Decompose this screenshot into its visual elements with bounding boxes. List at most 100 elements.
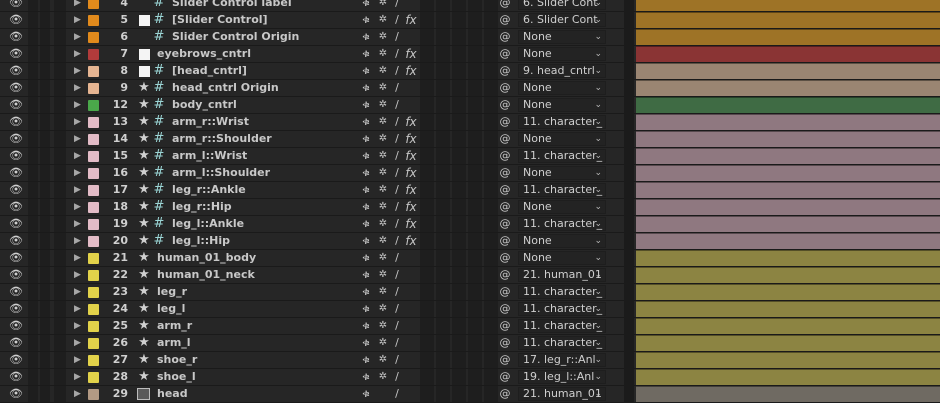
switch-slot[interactable] bbox=[484, 114, 498, 130]
switch-slot[interactable] bbox=[420, 0, 434, 11]
layer-row[interactable]: 👁 ▶ 17 ★ # leg_r::Ankle ቁ ✲ / fx @11. character_ ⌄ bbox=[0, 182, 940, 199]
audio-switch[interactable] bbox=[28, 233, 38, 249]
switch-slot[interactable] bbox=[484, 46, 498, 62]
twirl-icon[interactable]: ▶ bbox=[74, 199, 84, 215]
layer-duration-bar[interactable] bbox=[636, 29, 940, 45]
shy-icon[interactable]: ቁ bbox=[359, 318, 373, 334]
layer-duration-bar[interactable] bbox=[636, 352, 940, 368]
layer-duration-bar[interactable] bbox=[636, 369, 940, 385]
switch-slot[interactable] bbox=[420, 369, 434, 385]
layer-row[interactable]: 👁 ▶ 16 ★ # arm_l::Shoulder ቁ ✲ / fx @ None ⌄ bbox=[0, 165, 940, 182]
parent-pickwhip-icon[interactable]: @ bbox=[498, 182, 512, 198]
twirl-icon[interactable]: ▶ bbox=[74, 131, 84, 147]
sun-icon[interactable]: ✲ bbox=[376, 335, 390, 351]
layer-row[interactable]: 👁 ▶ 29 head ቁ / @21. human_01 ⌄ bbox=[0, 386, 940, 403]
switch-slot[interactable] bbox=[420, 148, 434, 164]
switch-slot[interactable] bbox=[420, 233, 434, 249]
layer-name[interactable]: leg_l::Hip bbox=[172, 233, 357, 249]
switch-slot[interactable] bbox=[420, 46, 434, 62]
solo-switch[interactable] bbox=[40, 182, 50, 198]
parent-dropdown[interactable]: None ⌄ bbox=[518, 251, 606, 265]
layer-row[interactable]: 👁 ▶ 19 ★ # leg_l::Ankle ቁ ✲ / fx @11. character_ ⌄ bbox=[0, 216, 940, 233]
switch-slot[interactable] bbox=[436, 148, 450, 164]
switch-slot[interactable] bbox=[468, 63, 482, 79]
label-color-swatch[interactable] bbox=[88, 100, 99, 111]
sun-icon[interactable]: ✲ bbox=[376, 165, 390, 181]
lock-switch[interactable] bbox=[54, 216, 66, 232]
layer-name[interactable]: Slider Control Origin bbox=[172, 29, 357, 45]
eye-icon[interactable]: 👁 bbox=[6, 12, 26, 28]
parent-dropdown[interactable]: 11. character_ ⌄ bbox=[518, 336, 606, 350]
label-color-swatch[interactable] bbox=[88, 185, 99, 196]
solo-switch[interactable] bbox=[40, 29, 50, 45]
parent-pickwhip-icon[interactable]: @ bbox=[498, 216, 512, 232]
label-color-swatch[interactable] bbox=[88, 321, 99, 332]
audio-switch[interactable] bbox=[28, 301, 38, 317]
lock-switch[interactable] bbox=[54, 284, 66, 300]
shy-icon[interactable]: ቁ bbox=[359, 131, 373, 147]
switch-slot[interactable] bbox=[452, 80, 466, 96]
parent-pickwhip-icon[interactable]: @ bbox=[498, 12, 512, 28]
switch-slot[interactable] bbox=[452, 318, 466, 334]
switch-slot[interactable] bbox=[484, 352, 498, 368]
layer-name[interactable]: [Slider Control] bbox=[172, 12, 357, 28]
switch-slot[interactable] bbox=[420, 63, 434, 79]
fx-icon[interactable]: fx bbox=[404, 233, 418, 249]
switch-slot[interactable] bbox=[420, 318, 434, 334]
solo-switch[interactable] bbox=[40, 63, 50, 79]
audio-switch[interactable] bbox=[28, 318, 38, 334]
slash-icon[interactable]: / bbox=[391, 318, 403, 334]
switch-slot[interactable] bbox=[484, 0, 498, 11]
lock-switch[interactable] bbox=[54, 165, 66, 181]
slash-icon[interactable]: / bbox=[391, 267, 403, 283]
lock-switch[interactable] bbox=[54, 233, 66, 249]
sun-icon[interactable]: ✲ bbox=[376, 301, 390, 317]
switch-slot[interactable] bbox=[484, 12, 498, 28]
eye-icon[interactable]: 👁 bbox=[6, 250, 26, 266]
solo-switch[interactable] bbox=[40, 250, 50, 266]
layer-duration-bar[interactable] bbox=[636, 46, 940, 62]
layer-name[interactable]: leg_l::Ankle bbox=[172, 216, 357, 232]
fx-icon[interactable]: fx bbox=[404, 131, 418, 147]
label-color-swatch[interactable] bbox=[88, 0, 99, 9]
fx-icon[interactable]: fx bbox=[404, 216, 418, 232]
sun-icon[interactable]: ✲ bbox=[376, 352, 390, 368]
parent-dropdown[interactable]: None ⌄ bbox=[518, 81, 606, 95]
parent-pickwhip-icon[interactable]: @ bbox=[498, 284, 512, 300]
audio-switch[interactable] bbox=[28, 284, 38, 300]
solo-switch[interactable] bbox=[40, 199, 50, 215]
parent-pickwhip-icon[interactable]: @ bbox=[498, 301, 512, 317]
twirl-icon[interactable]: ▶ bbox=[74, 165, 84, 181]
fx-icon[interactable]: fx bbox=[404, 46, 418, 62]
switch-slot[interactable] bbox=[484, 318, 498, 334]
parent-dropdown[interactable]: None ⌄ bbox=[518, 200, 606, 214]
twirl-icon[interactable]: ▶ bbox=[74, 250, 84, 266]
eye-icon[interactable]: 👁 bbox=[6, 335, 26, 351]
sun-icon[interactable]: ✲ bbox=[376, 199, 390, 215]
audio-switch[interactable] bbox=[28, 165, 38, 181]
switch-slot[interactable] bbox=[452, 233, 466, 249]
layer-duration-bar[interactable] bbox=[636, 12, 940, 28]
switch-slot[interactable] bbox=[484, 250, 498, 266]
audio-switch[interactable] bbox=[28, 199, 38, 215]
switch-slot[interactable] bbox=[436, 0, 450, 11]
switch-slot[interactable] bbox=[468, 284, 482, 300]
switch-slot[interactable] bbox=[468, 182, 482, 198]
layer-duration-bar[interactable] bbox=[636, 318, 940, 334]
parent-dropdown[interactable]: None ⌄ bbox=[518, 234, 606, 248]
switch-slot[interactable] bbox=[468, 233, 482, 249]
layer-duration-bar[interactable] bbox=[636, 250, 940, 266]
switch-slot[interactable] bbox=[452, 0, 466, 11]
switch-slot[interactable] bbox=[436, 318, 450, 334]
twirl-icon[interactable]: ▶ bbox=[74, 46, 84, 62]
switch-slot[interactable] bbox=[436, 63, 450, 79]
parent-pickwhip-icon[interactable]: @ bbox=[498, 148, 512, 164]
slash-icon[interactable]: / bbox=[391, 46, 403, 62]
switch-slot[interactable] bbox=[468, 0, 482, 11]
switch-slot[interactable] bbox=[484, 267, 498, 283]
eye-icon[interactable]: 👁 bbox=[6, 0, 26, 11]
layer-row[interactable]: 👁 ▶ 20 ★ # leg_l::Hip ቁ ✲ / fx @ None ⌄ bbox=[0, 233, 940, 250]
parent-pickwhip-icon[interactable]: @ bbox=[498, 318, 512, 334]
label-color-swatch[interactable] bbox=[88, 49, 99, 60]
twirl-icon[interactable]: ▶ bbox=[74, 318, 84, 334]
